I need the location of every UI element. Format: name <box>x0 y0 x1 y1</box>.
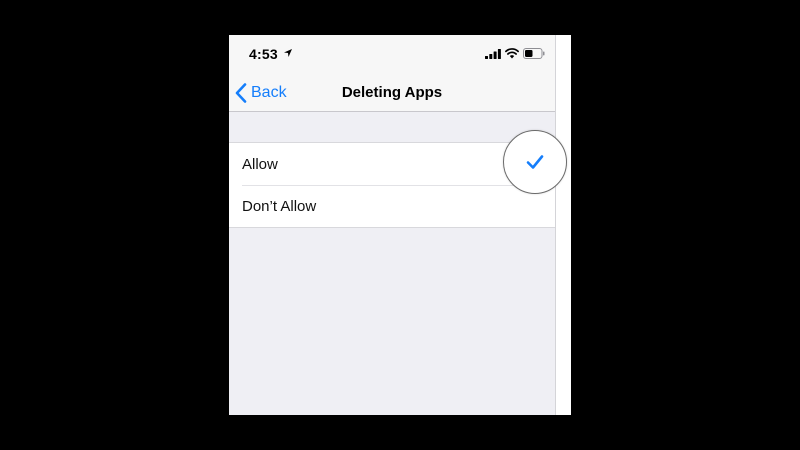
checkmark-icon <box>526 155 544 169</box>
option-label: Allow <box>242 155 278 173</box>
option-dont-allow[interactable]: Don’t Allow <box>229 185 555 227</box>
settings-screen: 4:53 Back Deleting Apps Allow Don’t Allo… <box>229 35 555 415</box>
adjacent-screen-edge <box>555 35 571 415</box>
option-label: Don’t Allow <box>242 197 317 215</box>
wifi-icon <box>505 48 519 59</box>
battery-icon <box>523 48 545 59</box>
location-arrow-icon <box>284 49 292 57</box>
phone-screen: 4:53 Back Deleting Apps Allow Don’t Allo… <box>229 35 571 415</box>
status-bar: 4:53 <box>229 35 555 75</box>
status-time: 4:53 <box>249 46 278 62</box>
navigation-bar: Back Deleting Apps <box>229 75 555 112</box>
cellular-signal-icon <box>485 49 501 59</box>
page-title: Deleting Apps <box>341 84 443 101</box>
checkmark-highlight[interactable] <box>503 130 567 194</box>
presentation-frame: 4:53 Back Deleting Apps Allow Don’t Allo… <box>0 0 800 450</box>
